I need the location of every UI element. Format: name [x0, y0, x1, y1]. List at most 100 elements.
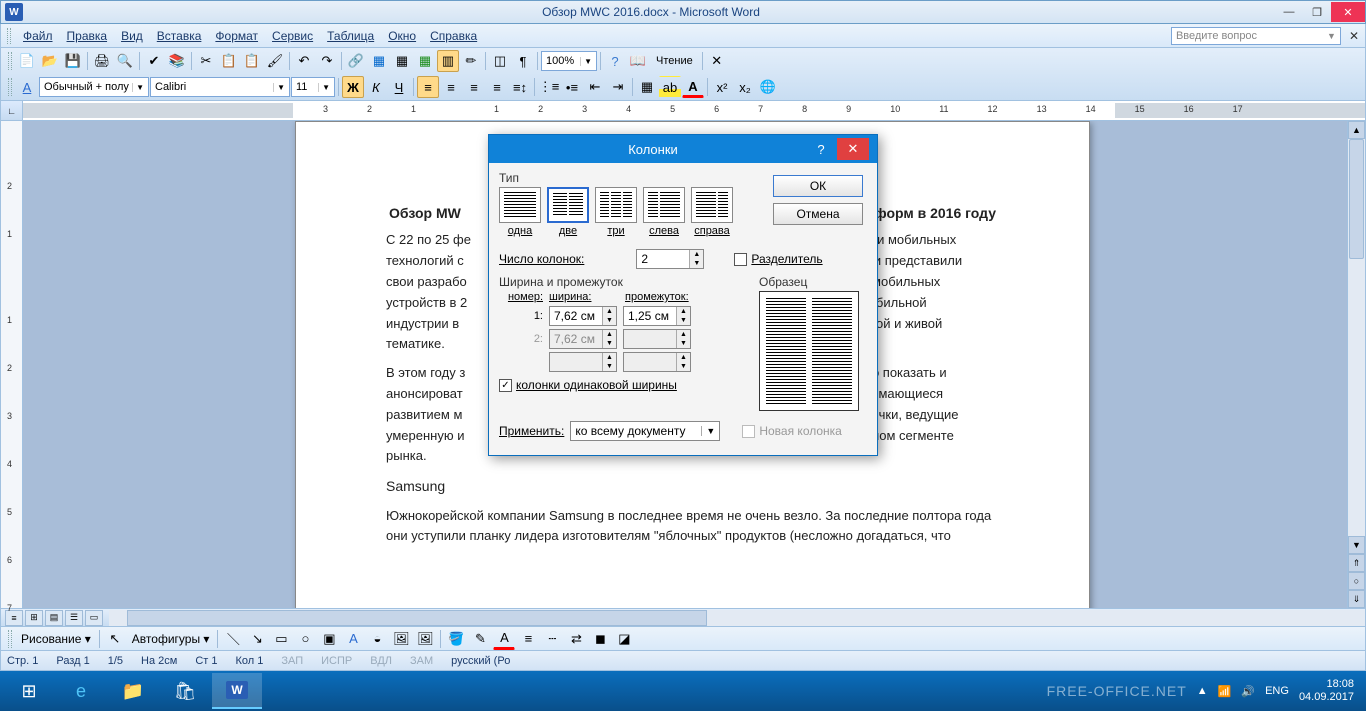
diagram-button[interactable]: ◒: [366, 628, 388, 650]
divider-checkbox[interactable]: Разделитель: [734, 252, 822, 266]
font-color-button[interactable]: A: [682, 76, 704, 98]
highlight-button[interactable]: ab: [659, 76, 681, 98]
superscript-button[interactable]: x²: [711, 76, 733, 98]
menu-view[interactable]: Вид: [115, 27, 149, 45]
col1-width-spinner[interactable]: ▲▼: [549, 306, 617, 326]
ok-button[interactable]: ОК: [773, 175, 863, 197]
clipart-button[interactable]: 🖼: [390, 628, 412, 650]
zoom-combo[interactable]: 100%▼: [541, 51, 597, 71]
painter-button[interactable]: 🖌: [264, 50, 286, 72]
menu-tools[interactable]: Сервис: [266, 27, 319, 45]
prev-page-button[interactable]: ⇑: [1348, 554, 1365, 572]
align-center-button[interactable]: ≡: [440, 76, 462, 98]
arrow-style-button[interactable]: ⇄: [565, 628, 587, 650]
next-page-button[interactable]: ⇓: [1348, 590, 1365, 608]
menu-file[interactable]: Файл: [17, 27, 59, 45]
rectangle-button[interactable]: ▭: [270, 628, 292, 650]
scroll-thumb[interactable]: [1349, 139, 1364, 259]
line-color-button[interactable]: ✎: [469, 628, 491, 650]
status-ext[interactable]: ВДЛ: [370, 655, 392, 667]
picture-button[interactable]: 🖼: [414, 628, 436, 650]
restore-button[interactable]: ❐: [1303, 2, 1331, 22]
grip-icon[interactable]: [7, 28, 11, 44]
preset-three[interactable]: три: [595, 187, 637, 237]
subscript-button[interactable]: x₂: [734, 76, 756, 98]
store-button[interactable]: 🛍: [160, 673, 210, 709]
preview-button[interactable]: 🔍: [114, 50, 136, 72]
indent-button[interactable]: ⇥: [607, 76, 629, 98]
equal-width-checkbox[interactable]: ✓колонки одинаковой ширины: [499, 378, 745, 392]
tab-selector[interactable]: ∟: [1, 101, 23, 120]
line-button[interactable]: ＼: [222, 628, 244, 650]
open-button[interactable]: 📂: [39, 50, 61, 72]
tray-flag-icon[interactable]: ▲: [1197, 685, 1208, 697]
document-close-button[interactable]: ✕: [1349, 29, 1359, 43]
dialog-close-button[interactable]: ✕: [837, 138, 869, 160]
cut-button[interactable]: ✂: [195, 50, 217, 72]
menu-window[interactable]: Окно: [382, 27, 422, 45]
hscroll-thumb[interactable]: [127, 610, 707, 626]
vertical-scrollbar[interactable]: ▲ ▼ ⇑ ○ ⇓: [1347, 121, 1365, 608]
status-rec[interactable]: ЗАП: [281, 655, 303, 667]
menu-edit[interactable]: Правка: [61, 27, 114, 45]
dialog-help-button[interactable]: ?: [809, 142, 833, 157]
help-button[interactable]: ?: [604, 50, 626, 72]
browse-object-button[interactable]: ○: [1348, 572, 1365, 590]
style-combo[interactable]: Обычный + полу▼: [39, 77, 149, 97]
word-taskbar-button[interactable]: W: [212, 673, 262, 709]
select-objects-button[interactable]: ↖: [104, 628, 126, 650]
menu-format[interactable]: Формат: [209, 27, 264, 45]
autoshapes-menu[interactable]: Автофигуры ▾: [128, 630, 214, 648]
borders-button[interactable]: ▦: [636, 76, 658, 98]
draw-menu[interactable]: Рисование ▾: [17, 630, 95, 648]
menu-help[interactable]: Справка: [424, 27, 483, 45]
reading-icon[interactable]: 📖: [627, 50, 649, 72]
font-color-draw-button[interactable]: A: [493, 628, 515, 650]
preset-two[interactable]: две: [547, 187, 589, 237]
grip-icon[interactable]: [8, 52, 12, 70]
cancel-button[interactable]: Отмена: [773, 203, 863, 225]
question-box[interactable]: Введите вопрос▼: [1171, 27, 1341, 45]
menu-table[interactable]: Таблица: [321, 27, 380, 45]
ie-button[interactable]: e: [56, 673, 106, 709]
line-style-button[interactable]: ≡: [517, 628, 539, 650]
show-marks-button[interactable]: ¶: [512, 50, 534, 72]
apply-to-combo[interactable]: ко всему документу▼: [570, 421, 720, 441]
excel-button[interactable]: ▦: [414, 50, 436, 72]
tray-lang[interactable]: ENG: [1265, 685, 1289, 697]
horizontal-ruler[interactable]: 3211234567891011121314151617: [23, 101, 1365, 120]
drawing-button[interactable]: ✏: [460, 50, 482, 72]
status-ovr[interactable]: ЗАМ: [410, 655, 433, 667]
tray-sound-icon[interactable]: 🔊: [1241, 685, 1255, 698]
vertical-ruler[interactable]: 211234567: [1, 121, 23, 608]
textbox-button[interactable]: ▣: [318, 628, 340, 650]
num-columns-spinner[interactable]: ▲▼: [636, 249, 704, 269]
oval-button[interactable]: ○: [294, 628, 316, 650]
redo-button[interactable]: ↷: [316, 50, 338, 72]
align-left-button[interactable]: ≡: [417, 76, 439, 98]
preset-right[interactable]: справа: [691, 187, 733, 237]
tray-network-icon[interactable]: 📶: [1218, 685, 1232, 698]
grip-icon[interactable]: [8, 630, 12, 648]
bullets-button[interactable]: •≡: [561, 76, 583, 98]
research-button[interactable]: 📚: [166, 50, 188, 72]
3d-button[interactable]: ◪: [613, 628, 635, 650]
underline-button[interactable]: Ч: [388, 76, 410, 98]
tables-button[interactable]: ▦: [368, 50, 390, 72]
reading-view-button[interactable]: ▭: [85, 610, 103, 626]
spell-button[interactable]: ✔: [143, 50, 165, 72]
numbering-button[interactable]: ⋮≡: [538, 76, 560, 98]
italic-button[interactable]: К: [365, 76, 387, 98]
wordart-button[interactable]: A: [342, 628, 364, 650]
tray-clock[interactable]: 18:08 04.09.2017: [1299, 678, 1354, 704]
web-view-button[interactable]: ⊞: [25, 610, 43, 626]
font-combo[interactable]: Calibri▼: [150, 77, 290, 97]
arrow-button[interactable]: ↘: [246, 628, 268, 650]
status-lang[interactable]: русский (Ро: [451, 655, 510, 667]
insert-table-button[interactable]: ▦: [391, 50, 413, 72]
preset-one[interactable]: одна: [499, 187, 541, 237]
font-size-combo[interactable]: 11▼: [291, 77, 335, 97]
language-button[interactable]: 🌐: [757, 76, 779, 98]
print-button[interactable]: 🖨: [91, 50, 113, 72]
scroll-up-button[interactable]: ▲: [1348, 121, 1365, 139]
